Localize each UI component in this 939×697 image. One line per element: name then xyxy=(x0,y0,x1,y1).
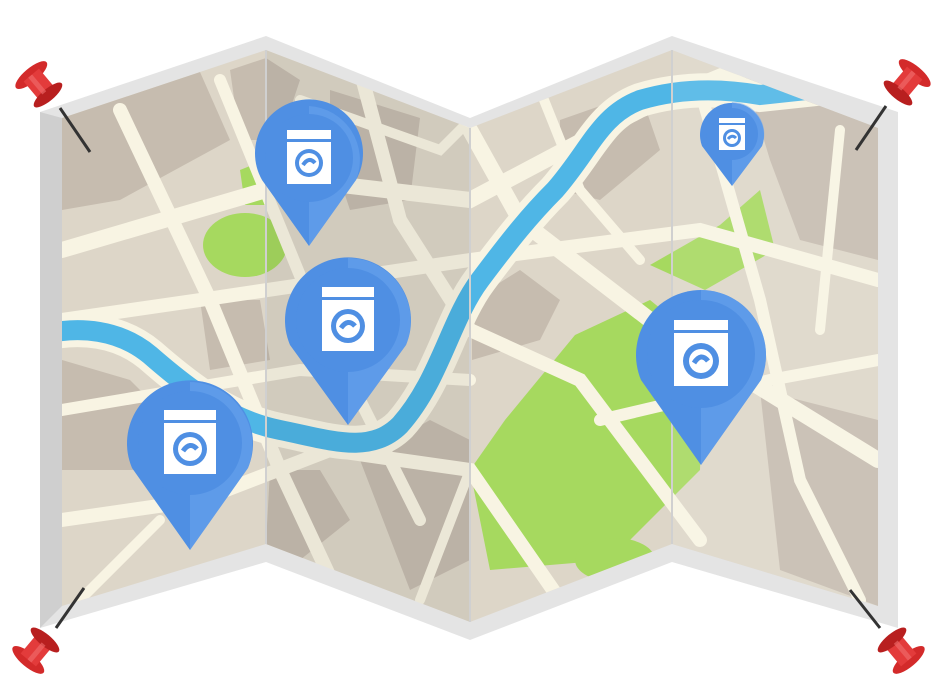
washing-machine-icon xyxy=(322,287,374,351)
map-frame-shade xyxy=(40,112,62,628)
washing-machine-icon xyxy=(674,320,728,386)
washing-machine-icon xyxy=(164,410,216,474)
washing-machine-icon xyxy=(287,130,331,184)
washing-machine-icon xyxy=(719,118,745,150)
map-illustration xyxy=(0,0,939,697)
folded-map xyxy=(12,36,931,674)
